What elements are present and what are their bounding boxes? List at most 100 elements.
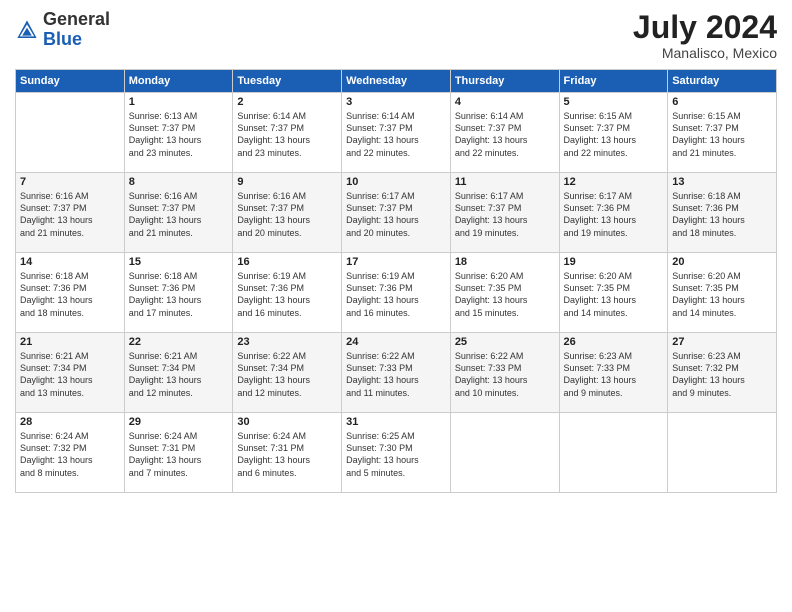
day-info: Sunrise: 6:17 AM Sunset: 7:37 PM Dayligh… <box>346 190 446 239</box>
table-row: 18Sunrise: 6:20 AM Sunset: 7:35 PM Dayli… <box>450 253 559 333</box>
day-number: 31 <box>346 416 446 428</box>
day-number: 28 <box>20 416 120 428</box>
logo-icon <box>15 18 39 42</box>
day-info: Sunrise: 6:15 AM Sunset: 7:37 PM Dayligh… <box>672 110 772 159</box>
day-number: 19 <box>564 256 664 268</box>
table-row: 23 Sunrise: 6:22 AM Sunset: 7:34 PM Dayli… <box>233 333 342 413</box>
day-info: Sunrise: 6:14 AM Sunset: 7:37 PM Dayligh… <box>237 110 337 159</box>
day-info: Sunrise: 6:21 AM Sunset: 7:34 PM Dayligh… <box>129 350 229 399</box>
table-row: 24Sunrise: 6:22 AM Sunset: 7:33 PM Dayli… <box>342 333 451 413</box>
day-info: Sunrise: 6:22 AM Sunset: 7:33 PM Dayligh… <box>346 350 446 399</box>
day-info: Sunrise: 6:16 AM Sunset: 7:37 PM Dayligh… <box>237 190 337 239</box>
header-wednesday: Wednesday <box>342 70 451 93</box>
day-number: 27 <box>672 336 772 348</box>
table-row: 28 Sunrise: 6:24 AM Sunset: 7:32 PM Dayli… <box>16 413 125 493</box>
calendar-table: Sunday Monday Tuesday Wednesday Thursday… <box>15 69 777 493</box>
logo-blue: Blue <box>43 29 82 49</box>
day-info: Sunrise: 6:19 AM Sunset: 7:36 PM Dayligh… <box>346 270 446 319</box>
day-info: Sunrise: 6:23 AM Sunset: 7:33 PM Dayligh… <box>564 350 664 399</box>
day-info: Sunrise: 6:24 AM Sunset: 7:31 PM Dayligh… <box>237 430 337 479</box>
table-row <box>559 413 668 493</box>
header-tuesday: Tuesday <box>233 70 342 93</box>
day-number: 18 <box>455 256 555 268</box>
day-info: Sunrise: 6:18 AM Sunset: 7:36 PM Dayligh… <box>20 270 120 319</box>
day-info: Sunrise: 6:17 AM Sunset: 7:37 PM Dayligh… <box>455 190 555 239</box>
day-headers: Sunday Monday Tuesday Wednesday Thursday… <box>16 70 777 93</box>
day-info: Sunrise: 6:22 AM Sunset: 7:33 PM Dayligh… <box>455 350 555 399</box>
table-row: 6 Sunrise: 6:15 AM Sunset: 7:37 PM Daylig… <box>668 93 777 173</box>
table-row <box>450 413 559 493</box>
table-row <box>668 413 777 493</box>
header-thursday: Thursday <box>450 70 559 93</box>
day-info: Sunrise: 6:17 AM Sunset: 7:36 PM Dayligh… <box>564 190 664 239</box>
day-info: Sunrise: 6:24 AM Sunset: 7:31 PM Dayligh… <box>129 430 229 479</box>
table-row: 1 Sunrise: 6:13 AM Sunset: 7:37 PM Daylig… <box>124 93 233 173</box>
table-row: 30Sunrise: 6:24 AM Sunset: 7:31 PM Dayli… <box>233 413 342 493</box>
table-row: 26Sunrise: 6:23 AM Sunset: 7:33 PM Dayli… <box>559 333 668 413</box>
day-number: 11 <box>455 176 555 188</box>
table-row <box>16 93 125 173</box>
logo-text: General Blue <box>43 10 110 50</box>
table-row: 5Sunrise: 6:15 AM Sunset: 7:37 PM Daylig… <box>559 93 668 173</box>
day-number: 8 <box>129 176 229 188</box>
month-year: July 2024 <box>633 10 777 45</box>
header: General Blue July 2024 Manalisco, Mexico <box>15 10 777 61</box>
day-number: 2 <box>237 96 337 108</box>
table-row: 15Sunrise: 6:18 AM Sunset: 7:36 PM Dayli… <box>124 253 233 333</box>
logo: General Blue <box>15 10 110 50</box>
table-row: 16Sunrise: 6:19 AM Sunset: 7:36 PM Dayli… <box>233 253 342 333</box>
table-row: 25Sunrise: 6:22 AM Sunset: 7:33 PM Dayli… <box>450 333 559 413</box>
table-row: 17 Sunrise: 6:19 AM Sunset: 7:36 PM Dayli… <box>342 253 451 333</box>
day-info: Sunrise: 6:15 AM Sunset: 7:37 PM Dayligh… <box>564 110 664 159</box>
day-number: 10 <box>346 176 446 188</box>
day-info: Sunrise: 6:16 AM Sunset: 7:37 PM Dayligh… <box>20 190 120 239</box>
day-number: 17 <box>346 256 446 268</box>
day-info: Sunrise: 6:14 AM Sunset: 7:37 PM Dayligh… <box>346 110 446 159</box>
header-sunday: Sunday <box>16 70 125 93</box>
table-row: 29 Sunrise: 6:24 AM Sunset: 7:31 PM Dayli… <box>124 413 233 493</box>
day-number: 3 <box>346 96 446 108</box>
header-saturday: Saturday <box>668 70 777 93</box>
table-row: 27 Sunrise: 6:23 AM Sunset: 7:32 PM Dayli… <box>668 333 777 413</box>
day-number: 13 <box>672 176 772 188</box>
day-info: Sunrise: 6:24 AM Sunset: 7:32 PM Dayligh… <box>20 430 120 479</box>
table-row: 20Sunrise: 6:20 AM Sunset: 7:35 PM Dayli… <box>668 253 777 333</box>
day-info: Sunrise: 6:13 AM Sunset: 7:37 PM Dayligh… <box>129 110 229 159</box>
header-monday: Monday <box>124 70 233 93</box>
day-info: Sunrise: 6:25 AM Sunset: 7:30 PM Dayligh… <box>346 430 446 479</box>
page: General Blue July 2024 Manalisco, Mexico… <box>0 0 792 612</box>
day-info: Sunrise: 6:16 AM Sunset: 7:37 PM Dayligh… <box>129 190 229 239</box>
day-info: Sunrise: 6:22 AM Sunset: 7:34 PM Dayligh… <box>237 350 337 399</box>
logo-general: General <box>43 9 110 29</box>
day-info: Sunrise: 6:23 AM Sunset: 7:32 PM Dayligh… <box>672 350 772 399</box>
day-number: 9 <box>237 176 337 188</box>
day-info: Sunrise: 6:18 AM Sunset: 7:36 PM Dayligh… <box>672 190 772 239</box>
table-row: 9 Sunrise: 6:16 AM Sunset: 7:37 PM Daylig… <box>233 173 342 253</box>
day-number: 15 <box>129 256 229 268</box>
day-number: 29 <box>129 416 229 428</box>
header-friday: Friday <box>559 70 668 93</box>
title-block: July 2024 Manalisco, Mexico <box>633 10 777 61</box>
day-info: Sunrise: 6:20 AM Sunset: 7:35 PM Dayligh… <box>564 270 664 319</box>
day-info: Sunrise: 6:14 AM Sunset: 7:37 PM Dayligh… <box>455 110 555 159</box>
day-info: Sunrise: 6:21 AM Sunset: 7:34 PM Dayligh… <box>20 350 120 399</box>
day-number: 12 <box>564 176 664 188</box>
table-row: 10 Sunrise: 6:17 AM Sunset: 7:37 PM Dayli… <box>342 173 451 253</box>
table-row: 21 Sunrise: 6:21 AM Sunset: 7:34 PM Dayli… <box>16 333 125 413</box>
day-number: 6 <box>672 96 772 108</box>
table-row: 12 Sunrise: 6:17 AM Sunset: 7:36 PM Dayli… <box>559 173 668 253</box>
day-number: 7 <box>20 176 120 188</box>
day-number: 21 <box>20 336 120 348</box>
table-row: 8 Sunrise: 6:16 AM Sunset: 7:37 PM Daylig… <box>124 173 233 253</box>
day-number: 23 <box>237 336 337 348</box>
day-number: 22 <box>129 336 229 348</box>
table-row: 2 Sunrise: 6:14 AM Sunset: 7:37 PM Daylig… <box>233 93 342 173</box>
day-number: 1 <box>129 96 229 108</box>
table-row: 4Sunrise: 6:14 AM Sunset: 7:37 PM Daylig… <box>450 93 559 173</box>
table-row: 19 Sunrise: 6:20 AM Sunset: 7:35 PM Dayli… <box>559 253 668 333</box>
day-info: Sunrise: 6:19 AM Sunset: 7:36 PM Dayligh… <box>237 270 337 319</box>
table-row: 22 Sunrise: 6:21 AM Sunset: 7:34 PM Dayli… <box>124 333 233 413</box>
table-row: 7 Sunrise: 6:16 AM Sunset: 7:37 PM Daylig… <box>16 173 125 253</box>
table-row: 31 Sunrise: 6:25 AM Sunset: 7:30 PM Dayli… <box>342 413 451 493</box>
table-row: 13 Sunrise: 6:18 AM Sunset: 7:36 PM Dayli… <box>668 173 777 253</box>
